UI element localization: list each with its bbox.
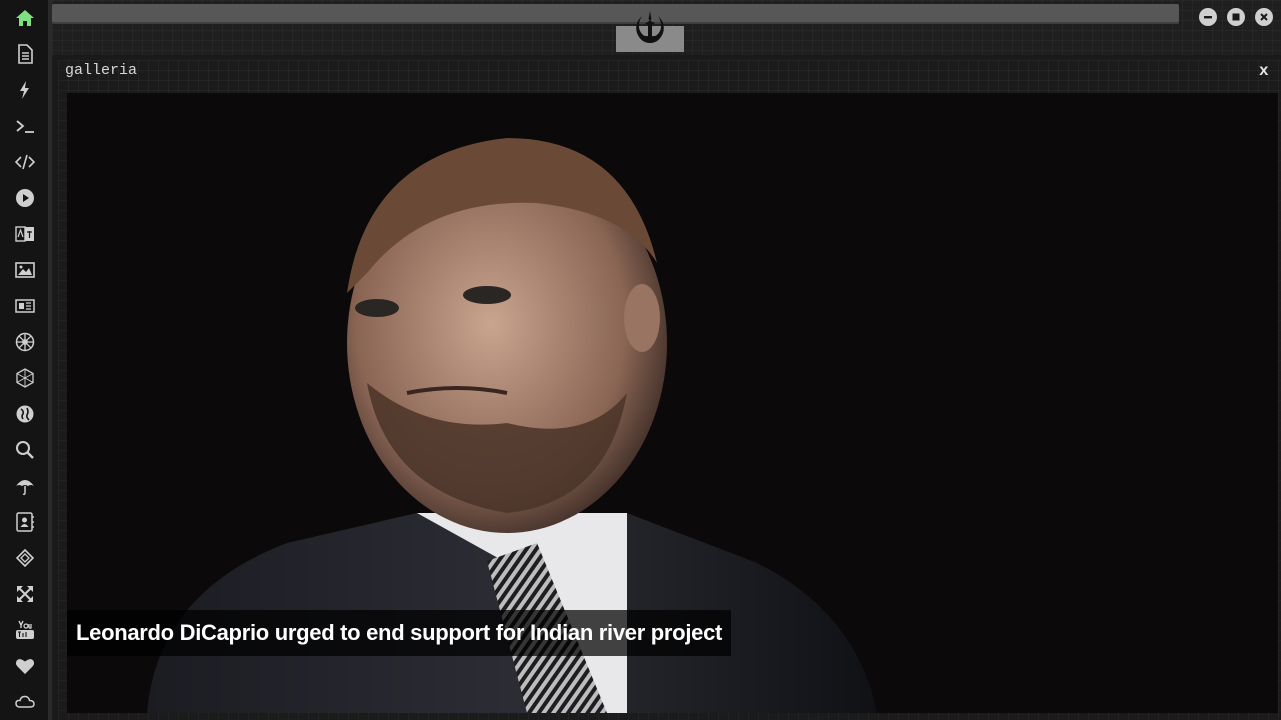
network-icon[interactable] (12, 365, 38, 391)
sidebar (0, 0, 48, 720)
home-icon[interactable] (12, 5, 38, 31)
maximize-button[interactable] (1227, 8, 1245, 26)
image-icon[interactable] (12, 257, 38, 283)
close-window-button[interactable] (1255, 8, 1273, 26)
document-icon[interactable] (12, 41, 38, 67)
globe-icon[interactable] (12, 401, 38, 427)
code-icon[interactable] (12, 149, 38, 175)
window-title: galleria (65, 62, 138, 79)
codepen-icon[interactable] (12, 545, 38, 571)
close-icon (1260, 13, 1268, 21)
expand-icon[interactable] (12, 581, 38, 607)
empire-icon[interactable] (12, 329, 38, 355)
heart-icon[interactable] (12, 653, 38, 679)
youtube-icon[interactable] (12, 617, 38, 643)
translate-icon[interactable] (12, 221, 38, 247)
search-icon[interactable] (12, 437, 38, 463)
rebel-alliance-logo-icon (630, 8, 670, 48)
minimize-icon (1204, 16, 1212, 19)
minimize-button[interactable] (1199, 8, 1217, 26)
play-icon[interactable] (12, 185, 38, 211)
lightning-icon[interactable] (12, 77, 38, 103)
terminal-icon[interactable] (12, 113, 38, 139)
image-caption: Leonardo DiCaprio urged to end support f… (67, 610, 732, 656)
address-bar[interactable] (52, 4, 1179, 24)
umbrella-icon[interactable] (12, 473, 38, 499)
contacts-icon[interactable] (12, 509, 38, 535)
window-close-button[interactable]: x (1259, 62, 1269, 80)
cloud-icon[interactable] (12, 689, 38, 715)
newspaper-icon[interactable] (12, 293, 38, 319)
sidebar-divider (48, 0, 52, 720)
maximize-icon (1232, 13, 1240, 21)
